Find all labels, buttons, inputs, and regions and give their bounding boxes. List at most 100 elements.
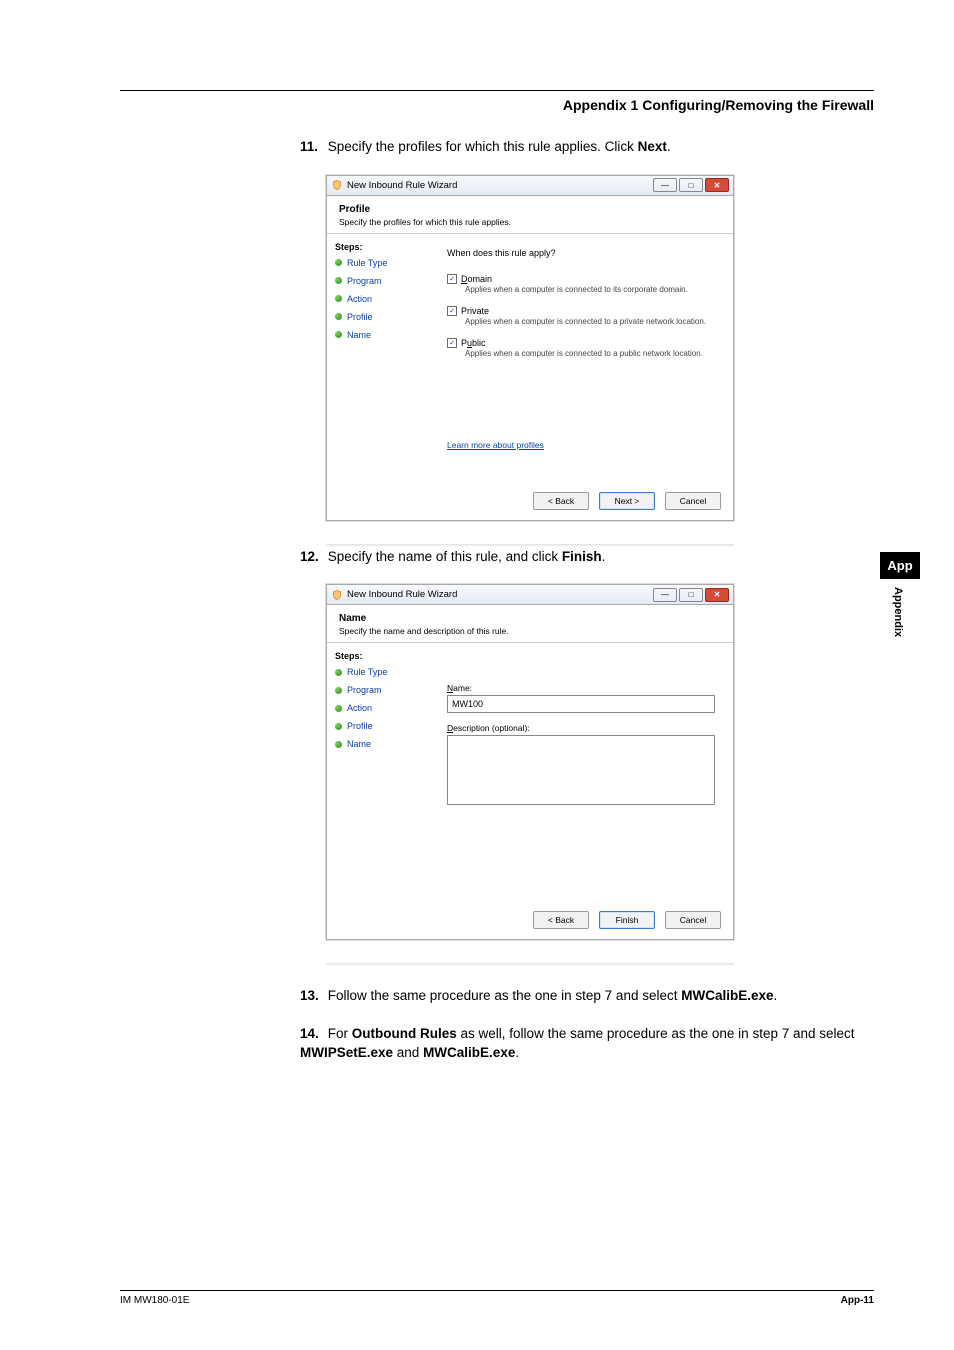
dialog-section-desc: Specify the name and description of this…: [339, 626, 721, 636]
bullet-icon: [335, 277, 342, 284]
name-field-label: Name:: [447, 683, 715, 693]
finish-button[interactable]: Finish: [599, 911, 655, 929]
step-number: 11.: [300, 137, 324, 157]
step-text: Specify the name of this rule, and click: [328, 549, 562, 564]
rule-description-input[interactable]: [447, 735, 715, 805]
option-label: Private: [461, 306, 489, 316]
checkbox-icon[interactable]: ✓: [447, 306, 457, 316]
shield-icon: [331, 589, 343, 601]
instruction-step-11: 11. Specify the profiles for which this …: [300, 137, 860, 157]
wizard-step-program[interactable]: Program: [335, 276, 429, 286]
step-text: .: [667, 139, 671, 154]
wizard-steps-panel: Steps: Rule Type Program Action Profile …: [327, 643, 437, 903]
step-bold: MWCalibE.exe: [681, 988, 773, 1003]
minimize-button[interactable]: —: [653, 588, 677, 602]
steps-header: Steps:: [335, 242, 429, 252]
step-bold: Outbound Rules: [352, 1026, 457, 1041]
step-text: .: [515, 1045, 519, 1060]
step-bold: MWIPSetE.exe: [300, 1045, 393, 1060]
profile-question: When does this rule apply?: [447, 248, 715, 258]
profile-option-domain[interactable]: ✓Domain Applies when a computer is conne…: [447, 274, 715, 294]
cancel-button[interactable]: Cancel: [665, 492, 721, 510]
option-desc: Applies when a computer is connected to …: [465, 349, 715, 358]
bullet-icon: [335, 723, 342, 730]
wizard-step-action[interactable]: Action: [335, 703, 429, 713]
bullet-icon: [335, 295, 342, 302]
wizard-dialog-profile: New Inbound Rule Wizard — □ ✕ Profile Sp…: [326, 175, 734, 521]
wizard-step-rule-type[interactable]: Rule Type: [335, 258, 429, 268]
maximize-button[interactable]: □: [679, 588, 703, 602]
shield-icon: [331, 179, 343, 191]
step-bold: Finish: [562, 549, 602, 564]
step-label: Rule Type: [347, 667, 387, 677]
wizard-step-profile[interactable]: Profile: [335, 312, 429, 322]
step-label: Program: [347, 276, 382, 286]
rule-name-input[interactable]: [447, 695, 715, 713]
step-text: .: [774, 988, 778, 1003]
wizard-step-profile[interactable]: Profile: [335, 721, 429, 731]
back-button[interactable]: < Back: [533, 911, 589, 929]
next-button[interactable]: Next >: [599, 492, 655, 510]
bullet-icon: [335, 313, 342, 320]
close-button[interactable]: ✕: [705, 588, 729, 602]
option-desc: Applies when a computer is connected to …: [465, 285, 715, 294]
side-tab-appendix: Appendix: [880, 579, 904, 637]
step-label: Name: [347, 739, 371, 749]
step-label: Program: [347, 685, 382, 695]
back-button[interactable]: < Back: [533, 492, 589, 510]
close-button[interactable]: ✕: [705, 178, 729, 192]
step-number: 13.: [300, 986, 324, 1006]
checkbox-icon[interactable]: ✓: [447, 338, 457, 348]
step-number: 12.: [300, 547, 324, 567]
description-field-label: Description (optional):: [447, 723, 715, 733]
profile-option-private[interactable]: ✓ Private Applies when a computer is conn…: [447, 306, 715, 326]
wizard-step-action[interactable]: Action: [335, 294, 429, 304]
bullet-icon: [335, 669, 342, 676]
minimize-button[interactable]: —: [653, 178, 677, 192]
wizard-dialog-name: New Inbound Rule Wizard — □ ✕ Name Speci…: [326, 584, 734, 940]
dialog-section-desc: Specify the profiles for which this rule…: [339, 217, 721, 227]
footer-right: App-11: [841, 1295, 874, 1306]
instruction-step-13: 13. Follow the same procedure as the one…: [300, 986, 860, 1006]
profile-option-public[interactable]: ✓Public Applies when a computer is conne…: [447, 338, 715, 358]
step-number: 14.: [300, 1024, 324, 1044]
learn-more-link[interactable]: Learn more about profiles: [447, 440, 544, 450]
appendix-header: Appendix 1 Configuring/Removing the Fire…: [120, 97, 874, 113]
step-text: .: [602, 549, 606, 564]
bullet-icon: [335, 687, 342, 694]
instruction-step-14: 14. For Outbound Rules as well, follow t…: [300, 1024, 860, 1063]
bullet-icon: [335, 259, 342, 266]
page-footer: IM MW180-01E App-11: [120, 1290, 874, 1306]
steps-header: Steps:: [335, 651, 429, 661]
wizard-step-name[interactable]: Name: [335, 739, 429, 749]
wizard-steps-panel: Steps: Rule Type Program Action Profile …: [327, 234, 437, 484]
wizard-step-name[interactable]: Name: [335, 330, 429, 340]
step-bold: MWCalibE.exe: [423, 1045, 515, 1060]
wizard-step-program[interactable]: Program: [335, 685, 429, 695]
step-label: Name: [347, 330, 371, 340]
dialog-section-name: Name: [339, 613, 721, 624]
bullet-icon: [335, 705, 342, 712]
side-tab-app: App: [880, 552, 920, 579]
checkbox-icon[interactable]: ✓: [447, 274, 457, 284]
dialog-title: New Inbound Rule Wizard: [347, 589, 653, 600]
step-text: Specify the profiles for which this rule…: [328, 139, 638, 154]
wizard-step-rule-type[interactable]: Rule Type: [335, 667, 429, 677]
dialog-titlebar[interactable]: New Inbound Rule Wizard — □ ✕: [327, 585, 733, 605]
step-label: Rule Type: [347, 258, 387, 268]
step-text: and: [393, 1045, 423, 1060]
dialog-title: New Inbound Rule Wizard: [347, 180, 653, 191]
maximize-button[interactable]: □: [679, 178, 703, 192]
dialog-section-name: Profile: [339, 204, 721, 215]
cancel-button[interactable]: Cancel: [665, 911, 721, 929]
step-text: as well, follow the same procedure as th…: [457, 1026, 855, 1041]
step-label: Profile: [347, 721, 373, 731]
footer-left: IM MW180-01E: [120, 1295, 189, 1306]
step-label: Action: [347, 703, 372, 713]
step-label: Action: [347, 294, 372, 304]
bullet-icon: [335, 741, 342, 748]
option-desc: Applies when a computer is connected to …: [465, 317, 715, 326]
step-label: Profile: [347, 312, 373, 322]
dialog-titlebar[interactable]: New Inbound Rule Wizard — □ ✕: [327, 176, 733, 196]
instruction-step-12: 12. Specify the name of this rule, and c…: [300, 547, 860, 567]
